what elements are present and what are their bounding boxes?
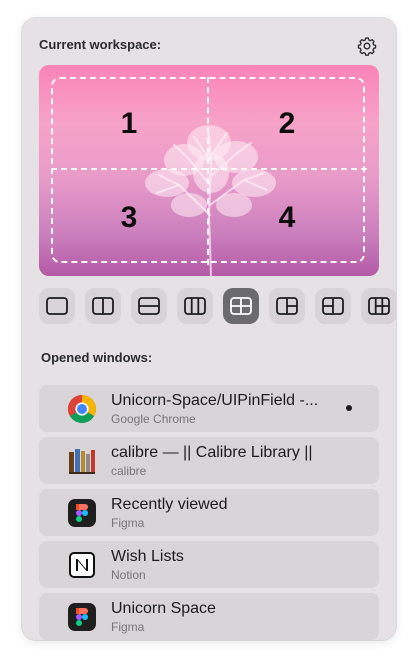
layout-left-half-right-split-button[interactable]: [269, 288, 305, 324]
window-app-name: Figma: [111, 516, 145, 530]
opened-windows-heading: Opened windows:: [41, 350, 153, 365]
layout-thirds-icon: [184, 297, 206, 315]
layout-quarters-icon: [230, 297, 252, 315]
layout-halves-vertical-button[interactable]: [85, 288, 121, 324]
workspace-preview[interactable]: 1 2 3 4: [39, 65, 379, 276]
window-app-name: Notion: [111, 568, 146, 582]
window-title: Recently viewed: [111, 496, 228, 513]
zone-3-label[interactable]: 3: [109, 201, 149, 235]
layout-halves-horizontal-button[interactable]: [131, 288, 167, 324]
layout-left-split-right-half-button[interactable]: [315, 288, 351, 324]
layout-halves-horizontal-icon: [138, 297, 160, 315]
layout-full-icon: [46, 297, 68, 315]
window-app-name: Figma: [111, 620, 145, 634]
layout-thirds-button[interactable]: [177, 288, 213, 324]
zone-4-label[interactable]: 4: [267, 201, 307, 235]
layout-full-button[interactable]: [39, 288, 75, 324]
layout-left-column-grid-button[interactable]: [361, 288, 396, 324]
window-title: Wish Lists: [111, 548, 184, 565]
calibre-icon: [67, 446, 97, 476]
zone-1-label[interactable]: 1: [109, 107, 149, 141]
zone-divider-horizontal: [51, 168, 367, 170]
chrome-icon: [67, 394, 97, 424]
zone-divider-vertical: [207, 77, 209, 265]
window-item[interactable]: Wish Lists Notion: [39, 541, 379, 588]
current-workspace-heading: Current workspace:: [39, 37, 162, 52]
active-indicator-dot: [346, 405, 352, 411]
layout-left-column-grid-icon: [368, 297, 390, 315]
layout-quarters-button[interactable]: [223, 288, 259, 324]
gear-icon[interactable]: [356, 35, 378, 57]
workspace-popover: Current workspace: 1 2 3 4 Opened window…: [22, 18, 396, 640]
window-item[interactable]: Unicorn-Space/UIPinField -... Google Chr…: [39, 385, 379, 432]
figma-icon: [67, 498, 97, 528]
layout-left-split-right-half-icon: [322, 297, 344, 315]
window-item[interactable]: Recently viewed Figma: [39, 489, 379, 536]
window-title: Unicorn Space: [111, 600, 216, 617]
window-item[interactable]: Unicorn Space Figma: [39, 593, 379, 640]
layout-halves-vertical-icon: [92, 297, 114, 315]
layout-picker: [39, 288, 396, 326]
window-app-name: calibre: [111, 464, 147, 478]
layout-left-half-right-split-icon: [276, 297, 298, 315]
window-item[interactable]: calibre — || Calibre Library || calibre: [39, 437, 379, 484]
figma-icon: [67, 602, 97, 632]
zone-2-label[interactable]: 2: [267, 107, 307, 141]
window-title: calibre — || Calibre Library ||: [111, 444, 313, 461]
window-app-name: Google Chrome: [111, 412, 196, 426]
window-title: Unicorn-Space/UIPinField -...: [111, 392, 319, 409]
notion-icon: [67, 550, 97, 580]
